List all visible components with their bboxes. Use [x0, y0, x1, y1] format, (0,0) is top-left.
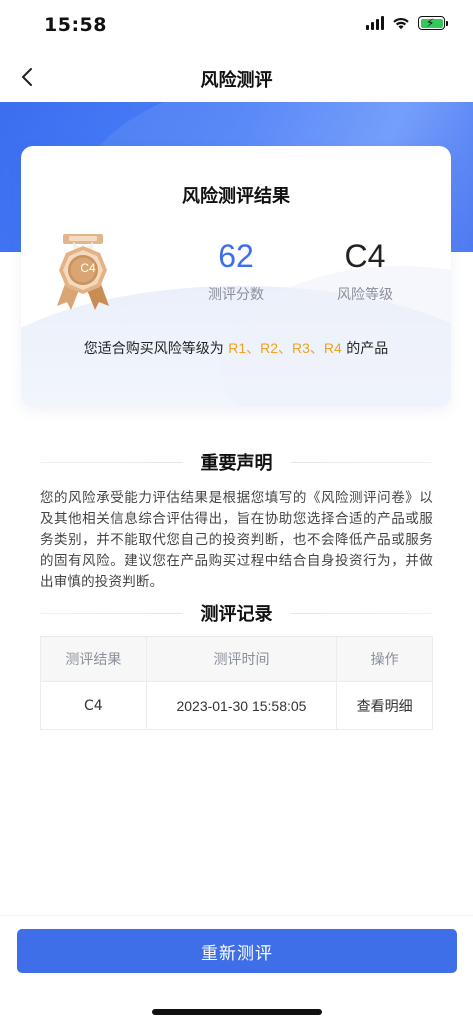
record-time: 2023-01-30 15:58:05: [145, 681, 338, 730]
page-title: 风险测评: [200, 70, 273, 91]
statement-header: 重要声明: [40, 450, 433, 474]
column-header-result: 测评结果: [40, 636, 147, 682]
wifi-icon: [393, 17, 409, 30]
records-header: 测评记录: [40, 601, 433, 625]
level-value: C4: [344, 238, 386, 274]
level-block: C4 风险等级: [310, 238, 420, 304]
retest-button[interactable]: 重新测评: [17, 929, 457, 973]
records-table: 测评结果 测评时间 操作 C4 2023-01-30 15:58:05 查看明细: [40, 636, 433, 730]
battery-charging-icon: ⚡: [418, 16, 448, 30]
level-label: 风险等级: [337, 287, 393, 303]
score-label: 测评分数: [208, 287, 264, 303]
statement-text: 您的风险承受能力评估结果是根据您填写的《风险测评问卷》以及其他相关信息综合评估得…: [40, 490, 433, 590]
navigation-bar: 风险测评: [0, 54, 473, 102]
status-time: 15:58: [44, 14, 107, 36]
result-card: 风险测评结果 C4 62 测评分数 C4 风险等级 您适合购买风险等级为 R1、…: [21, 146, 451, 407]
records-heading: 测评记录: [200, 604, 273, 625]
status-bar: 15:58 ⚡: [0, 0, 473, 54]
suitability-levels: R1、R2、R3、R4: [228, 340, 342, 356]
suitability-prefix: 您适合购买风险等级为: [83, 341, 224, 357]
status-icons: ⚡: [366, 16, 448, 30]
suitability-suffix: 的产品: [346, 341, 389, 357]
view-detail-link[interactable]: 查看明细: [336, 681, 433, 730]
cellular-signal-icon: [366, 16, 384, 30]
record-result: C4: [40, 681, 147, 730]
home-indicator: [152, 1009, 322, 1015]
score-block: 62 测评分数: [181, 238, 291, 304]
result-card-title: 风险测评结果: [182, 186, 290, 207]
suitability-text: 您适合购买风险等级为 R1、R2、R3、R4 的产品: [21, 338, 451, 358]
table-header-row: 测评结果 测评时间 操作: [40, 636, 433, 682]
score-value: 62: [218, 238, 254, 274]
column-header-time: 测评时间: [145, 636, 338, 682]
medal-level-text: C4: [80, 261, 96, 275]
statement-heading: 重要声明: [200, 453, 273, 474]
column-header-action: 操作: [336, 636, 433, 682]
table-row: C4 2023-01-30 15:58:05 查看明细: [40, 681, 433, 730]
